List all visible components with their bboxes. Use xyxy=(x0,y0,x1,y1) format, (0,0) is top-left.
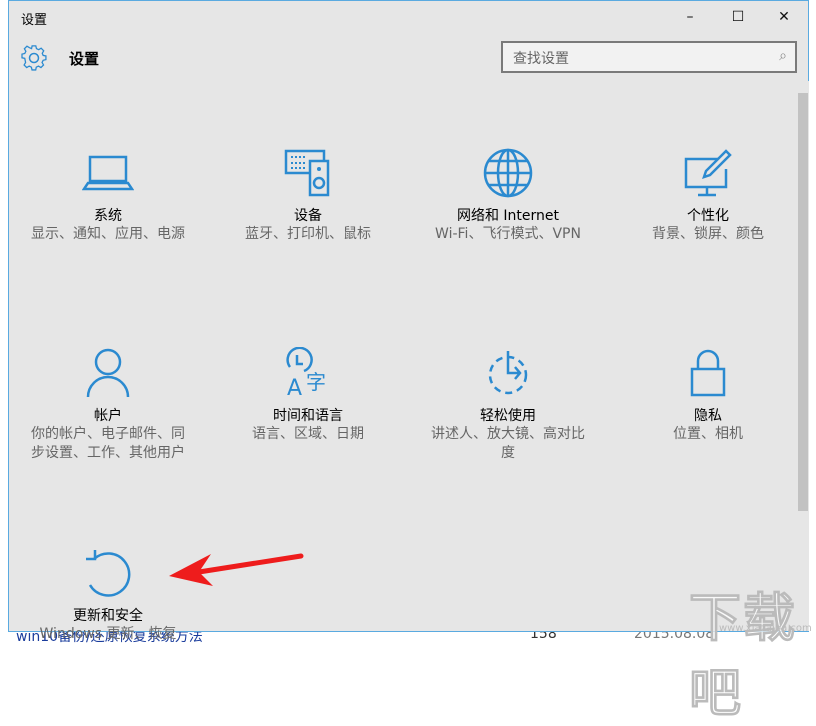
search-input[interactable]: 查找设置 ⌕ xyxy=(501,41,797,73)
devices-icon xyxy=(282,147,334,199)
tile-name: 轻松使用 xyxy=(413,405,603,425)
tile-name: 设备 xyxy=(213,205,403,225)
tile-desc: 语言、区域、日期 xyxy=(213,425,403,444)
svg-text:字: 字 xyxy=(306,370,326,394)
tile-desc: 显示、通知、应用、电源 xyxy=(13,225,203,244)
tile-desc: 蓝牙、打印机、鼠标 xyxy=(213,225,403,244)
person-icon xyxy=(82,347,134,399)
tile-desc: 你的帐户、电子邮件、同步设置、工作、其他用户 xyxy=(13,425,203,463)
tile-desc: Wi-Fi、飞行模式、VPN xyxy=(413,225,603,244)
tile-desc: 背景、锁屏、颜色 xyxy=(613,225,803,244)
tile-name: 帐户 xyxy=(13,405,203,425)
search-placeholder: 查找设置 xyxy=(513,51,569,67)
tile-desc: Windows 更新、恢复 xyxy=(13,625,203,644)
tile-desc: 位置、相机 xyxy=(613,425,803,444)
tile-privacy[interactable]: 隐私 位置、相机 xyxy=(613,347,803,444)
tile-devices[interactable]: 设备 蓝牙、打印机、鼠标 xyxy=(213,147,403,244)
tile-system[interactable]: 系统 显示、通知、应用、电源 xyxy=(13,147,203,244)
red-arrow-annotation xyxy=(169,546,309,586)
laptop-icon xyxy=(82,147,134,199)
time-language-icon: A字 xyxy=(282,347,334,399)
tile-time-language[interactable]: A字 时间和语言 语言、区域、日期 xyxy=(213,347,403,444)
window-title: 设置 xyxy=(21,9,47,28)
tile-name: 个性化 xyxy=(613,205,803,225)
title-bar: 设置 – ☐ ✕ xyxy=(9,1,808,33)
tile-network[interactable]: 网络和 Internet Wi-Fi、飞行模式、VPN xyxy=(413,147,603,244)
lock-icon xyxy=(682,347,734,399)
tile-name: 时间和语言 xyxy=(213,405,403,425)
minimize-button[interactable]: – xyxy=(667,3,713,31)
close-button[interactable]: ✕ xyxy=(761,3,807,31)
search-icon[interactable]: ⌕ xyxy=(779,48,787,64)
watermark-logo: 下载吧 xyxy=(689,576,808,726)
paint-icon xyxy=(682,147,734,199)
tile-desc: 讲述人、放大镜、高对比度 xyxy=(413,425,603,463)
tile-personalization[interactable]: 个性化 背景、锁屏、颜色 xyxy=(613,147,803,244)
tile-name: 隐私 xyxy=(613,405,803,425)
svg-text:A: A xyxy=(287,376,302,399)
ease-of-access-icon xyxy=(482,347,534,399)
page-title: 设置 xyxy=(69,48,99,69)
gear-icon xyxy=(21,45,47,71)
settings-window: 设置 – ☐ ✕ 设置 查找设置 ⌕ 系统 显示、通知、应用、电源 设备 蓝牙、打… xyxy=(8,0,809,632)
watermark-url: www.xiazaiba.com xyxy=(719,623,812,634)
maximize-button[interactable]: ☐ xyxy=(715,3,761,31)
tile-name: 系统 xyxy=(13,205,203,225)
tile-accounts[interactable]: 帐户 你的帐户、电子邮件、同步设置、工作、其他用户 xyxy=(13,347,203,463)
refresh-icon xyxy=(82,547,134,599)
tile-name: 网络和 Internet xyxy=(413,205,603,225)
globe-icon xyxy=(482,147,534,199)
tile-ease-of-access[interactable]: 轻松使用 讲述人、放大镜、高对比度 xyxy=(413,347,603,463)
tile-name: 更新和安全 xyxy=(13,605,203,625)
